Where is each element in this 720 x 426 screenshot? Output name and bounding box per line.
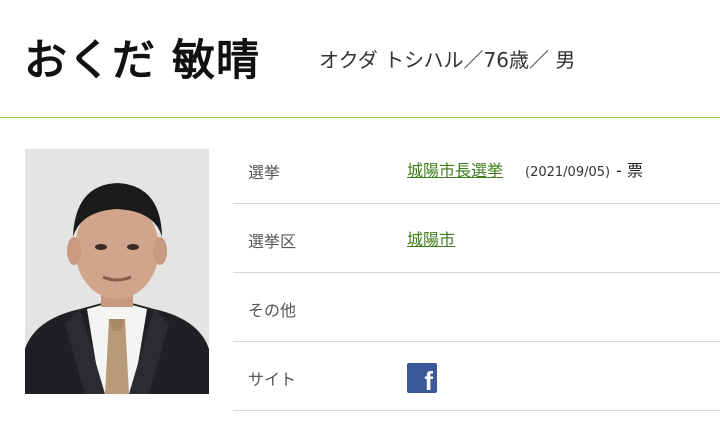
info-row-site: サイト f (233, 342, 720, 411)
info-row-district: 選挙区 城陽市 (233, 204, 720, 273)
candidate-info-table: 選挙 城陽市長選挙 (2021/09/05) - 票 選挙区 城陽市 その他 サイト… (233, 135, 720, 411)
info-row-election: 選挙 城陽市長選挙 (2021/09/05) - 票 (233, 135, 720, 204)
candidate-reading: オクダ トシハル／76歳／ 男 (319, 48, 576, 72)
other-label: その他 (248, 301, 297, 320)
facebook-icon[interactable]: f (407, 363, 437, 396)
election-link[interactable]: 城陽市長選挙 (407, 161, 503, 180)
election-label: 選挙 (248, 163, 281, 182)
vote-count: - 票 (616, 161, 643, 180)
district-label: 選挙区 (248, 232, 297, 251)
info-row-other: その他 (233, 273, 720, 342)
site-label: サイト (248, 370, 297, 389)
election-date: (2021/09/05) (525, 165, 611, 180)
candidate-name: おくだ 敏晴 (24, 36, 260, 86)
district-link[interactable]: 城陽市 (407, 230, 455, 249)
candidate-photo (25, 149, 209, 394)
profile-header: おくだ 敏晴 オクダ トシハル／76歳／ 男 (0, 0, 720, 118)
district-value: 城陽市 (407, 226, 455, 250)
election-value: 城陽市長選挙 (2021/09/05) - 票 (407, 157, 643, 181)
